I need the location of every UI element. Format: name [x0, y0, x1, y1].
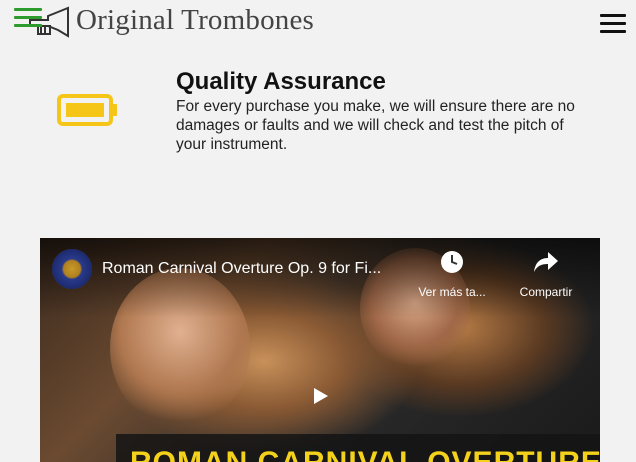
share-button[interactable]: Compartir — [513, 250, 579, 299]
hamburger-icon[interactable] — [600, 14, 626, 34]
menu-icon[interactable] — [14, 8, 42, 28]
quality-assurance-section: Quality Assurance For every purchase you… — [0, 66, 636, 166]
feature-description: For every purchase you make, we will ens… — [176, 98, 575, 153]
battery-icon — [57, 94, 119, 131]
site-header: Original Trombones — [0, 0, 636, 50]
watch-later-button[interactable]: Ver más ta... — [412, 250, 492, 299]
video-player[interactable]: Roman Carnival Overture Op. 9 for Fi... … — [40, 238, 600, 462]
brand-name[interactable]: Original Trombones — [76, 4, 314, 37]
share-label: Compartir — [519, 285, 573, 299]
video-caption-bar: ROMAN CARNIVAL OVERTURE — [116, 434, 600, 462]
video-caption: ROMAN CARNIVAL OVERTURE — [130, 446, 600, 462]
video-title[interactable]: Roman Carnival Overture Op. 9 for Fi... — [102, 260, 410, 278]
watch-later-label: Ver más ta... — [418, 285, 486, 299]
channel-avatar[interactable] — [52, 249, 92, 289]
feature-title: Quality Assurance — [176, 68, 386, 95]
play-icon[interactable] — [302, 380, 338, 412]
clock-icon — [412, 250, 492, 277]
share-arrow-icon — [513, 250, 579, 277]
